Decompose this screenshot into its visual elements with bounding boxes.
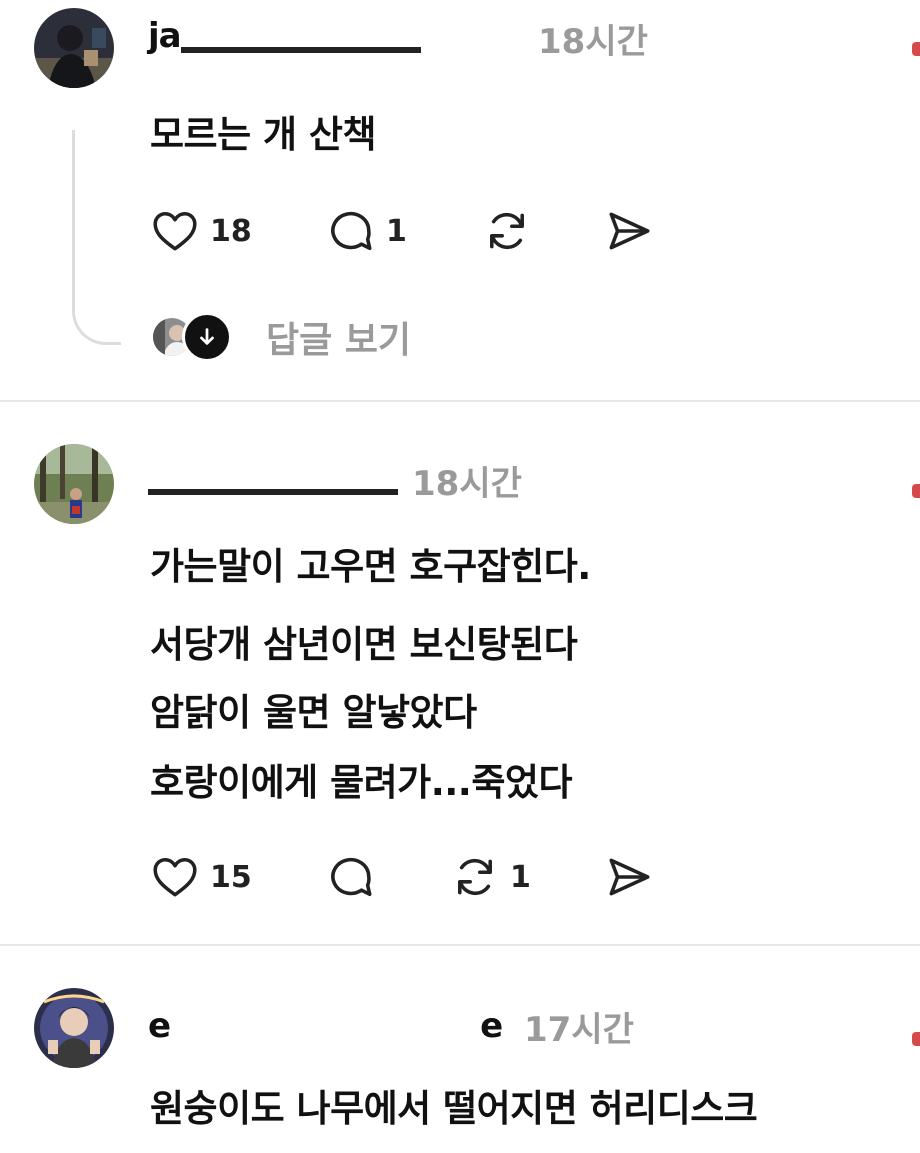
avatar[interactable] — [34, 8, 114, 88]
post-text-line: 서당개 삼년이면 보신탕된다 — [150, 623, 578, 666]
comment-bubble-icon — [331, 211, 372, 251]
share-button[interactable] — [604, 852, 654, 902]
like-count: 18 — [210, 213, 252, 249]
more-options-icon[interactable] — [912, 42, 920, 56]
like-button[interactable]: 18 — [150, 206, 252, 256]
send-icon — [609, 858, 650, 896]
more-options-icon[interactable] — [912, 1032, 920, 1046]
thread-connector — [72, 130, 121, 345]
like-button[interactable]: 15 — [150, 852, 252, 902]
avatar[interactable] — [34, 444, 114, 524]
repost-icon — [490, 212, 524, 250]
send-icon — [609, 212, 650, 250]
post-text-line: 모르는 개 산책 — [150, 113, 377, 156]
repost-button[interactable]: 1 — [450, 852, 531, 902]
username-redaction — [180, 22, 421, 53]
post-3: ee 17시간 원숭이도 나무에서 떨어지면 허리디스크 — [0, 946, 920, 1153]
view-replies-label: 답글 보기 — [266, 320, 412, 361]
arrow-down-icon — [182, 312, 232, 362]
comment-bubble-icon — [331, 857, 372, 897]
username[interactable]: ja — [148, 16, 421, 56]
post-time: 17시간 — [524, 1010, 634, 1050]
post-text-line: 원숭이도 나무에서 떨어지면 허리디스크 — [150, 1087, 758, 1130]
repost-icon — [458, 858, 492, 896]
username-visible-start: ja — [148, 16, 182, 56]
comment-button[interactable] — [326, 852, 376, 902]
post-2: 18시간 가는말이 고우면 호구잡힌다. 서당개 삼년이면 보신탕된다 암닭이 … — [0, 402, 920, 944]
username-visible-end: e — [480, 1006, 503, 1046]
post-text-line: 암닭이 울면 알낳았다 — [150, 691, 477, 734]
comment-button[interactable]: 1 — [326, 206, 407, 256]
username[interactable]: ee — [148, 1006, 503, 1046]
username-redaction — [170, 1012, 481, 1043]
avatar-photo-icon — [34, 988, 114, 1068]
post-text-line: 가는말이 고우면 호구잡힌다. — [150, 545, 591, 588]
repost-count: 1 — [510, 859, 531, 895]
view-replies-button[interactable]: 답글 보기 — [150, 312, 411, 362]
username-visible-start: e — [148, 1006, 171, 1046]
avatar-photo-icon — [34, 8, 114, 88]
share-button[interactable] — [604, 206, 654, 256]
username[interactable] — [148, 458, 398, 498]
post-1: ja 18시간 모르는 개 산책 18 1 답글 보기 — [0, 0, 920, 400]
repost-button[interactable] — [482, 206, 532, 256]
post-time: 18시간 — [412, 464, 522, 504]
like-count: 15 — [210, 859, 252, 895]
avatar[interactable] — [34, 988, 114, 1068]
post-text-line: 호랑이에게 물려가...죽었다 — [150, 761, 573, 804]
comment-count: 1 — [386, 213, 407, 249]
post-time: 18시간 — [538, 22, 648, 62]
heart-icon — [153, 857, 197, 897]
more-options-icon[interactable] — [912, 484, 920, 498]
avatar-photo-icon — [34, 444, 114, 524]
username-redaction — [148, 464, 398, 495]
heart-icon — [153, 211, 197, 251]
